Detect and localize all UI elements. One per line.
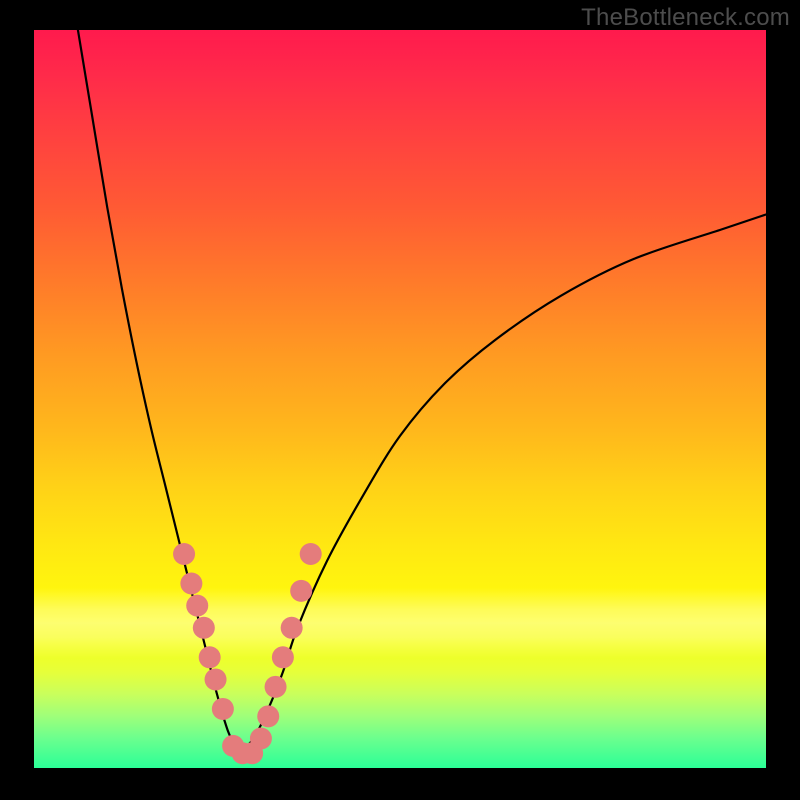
highlight-dot	[281, 617, 303, 639]
curve-right-branch	[239, 215, 766, 754]
highlight-dot	[257, 705, 279, 727]
highlight-dot	[173, 543, 195, 565]
watermark-text: TheBottleneck.com	[581, 4, 790, 32]
bottleneck-curve	[78, 30, 766, 753]
plot-area	[34, 30, 766, 768]
highlight-dot	[290, 580, 312, 602]
highlight-dot	[250, 727, 272, 749]
curve-layer	[34, 30, 766, 768]
highlight-dot	[180, 573, 202, 595]
chart-frame: TheBottleneck.com	[0, 0, 800, 800]
highlight-dot	[186, 595, 208, 617]
highlight-dot	[265, 676, 287, 698]
highlight-dots	[173, 543, 322, 764]
highlight-dot	[193, 617, 215, 639]
highlight-dot	[212, 698, 234, 720]
highlight-dot	[300, 543, 322, 565]
highlight-dot	[205, 668, 227, 690]
curve-left-branch	[78, 30, 239, 753]
highlight-dot	[272, 646, 294, 668]
highlight-dot	[199, 646, 221, 668]
